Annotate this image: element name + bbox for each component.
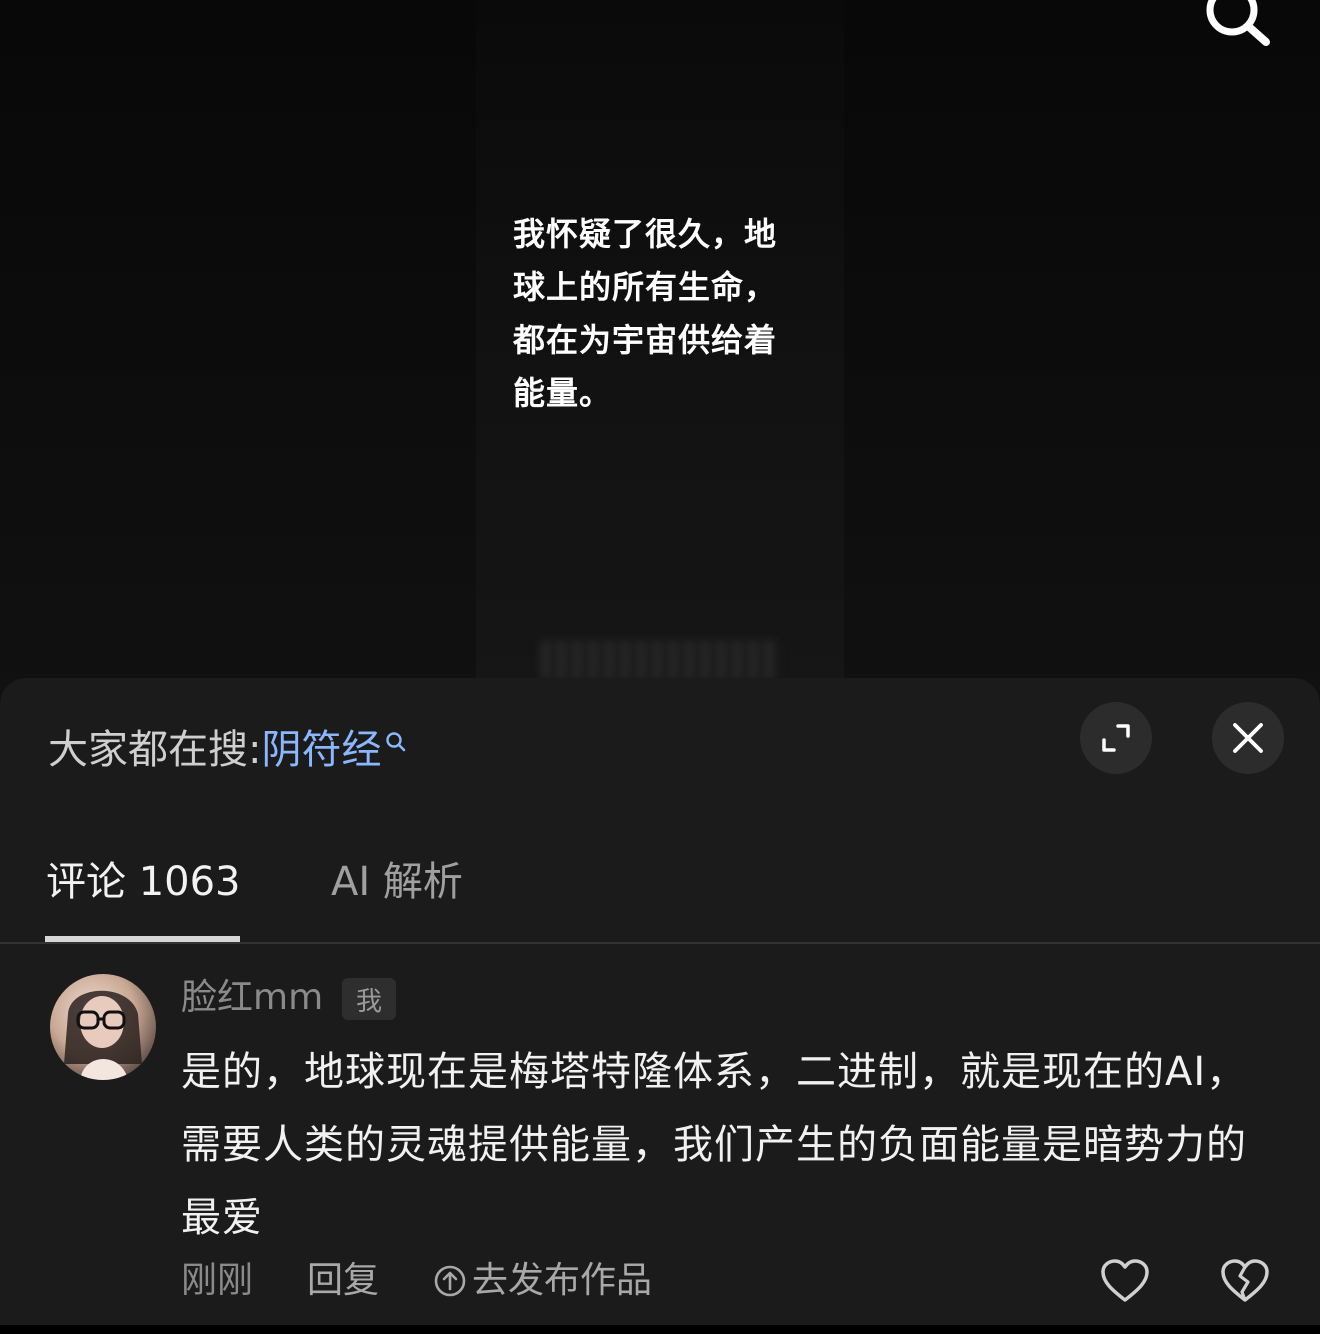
heart-icon[interactable] <box>1100 1258 1150 1308</box>
expand-button[interactable] <box>1080 702 1152 774</box>
mini-search-icon <box>386 732 406 752</box>
search-icon[interactable] <box>1202 0 1274 50</box>
tab-ai-analysis[interactable]: AI 解析 <box>331 858 463 906</box>
video-caption: 我怀疑了很久，地 球上的所有生命， 都在为宇宙供给着 能量。 <box>513 215 778 412</box>
close-button[interactable] <box>1212 702 1284 774</box>
tab-comments[interactable]: 评论 1063 <box>46 858 241 906</box>
trending-keyword-link[interactable]: 阴符经 <box>261 730 381 770</box>
tab-bar: 评论 1063 AI 解析 <box>0 838 1320 944</box>
comment-text[interactable]: 是的，地球现在是梅塔特隆体系，二进制，就是现在的AI，需要人类的灵魂提供能量，我… <box>181 1036 1261 1255</box>
self-badge: 我 <box>342 978 396 1020</box>
publish-work-button[interactable]: 去发布作品 <box>432 1261 652 1301</box>
broken-heart-icon[interactable] <box>1220 1258 1270 1308</box>
trending-search[interactable]: 大家都在搜: 阴符经 <box>48 730 407 770</box>
comment-panel: 大家都在搜: 阴符经 评论 1063 AI 解析 脸红mm 我 是的，地球现在是… <box>0 678 1320 1325</box>
upload-circle-icon <box>434 1265 466 1297</box>
reply-button[interactable]: 回复 <box>307 1261 379 1301</box>
trending-label: 大家都在搜: <box>48 727 262 773</box>
comment-username[interactable]: 脸红mm <box>181 976 323 1020</box>
video-player[interactable]: 我怀疑了很久，地 球上的所有生命， 都在为宇宙供给着 能量。 <box>0 0 1320 700</box>
comment-item: 脸红mm 我 是的，地球现在是梅塔特隆体系，二进制，就是现在的AI，需要人类的灵… <box>0 974 1320 1334</box>
avatar[interactable] <box>50 974 156 1080</box>
close-icon <box>1233 723 1263 753</box>
video-subtitle-blurred <box>540 640 780 680</box>
comment-time: 刚刚 <box>181 1260 254 1301</box>
expand-icon <box>1102 724 1130 752</box>
active-tab-indicator <box>45 936 240 942</box>
publish-work-label: 去发布作品 <box>472 1260 653 1301</box>
